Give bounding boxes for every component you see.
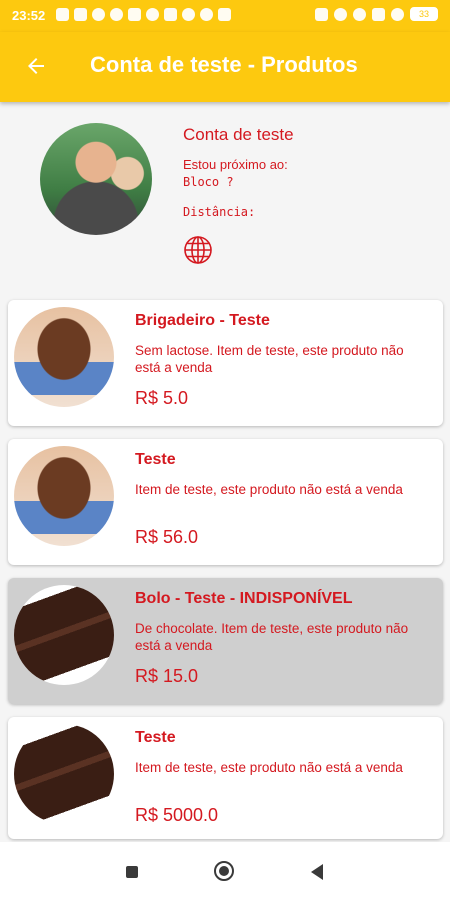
- system-nav-bar: [0, 842, 450, 900]
- alarm-icon: [353, 7, 366, 21]
- system-status-icons: 33: [315, 7, 438, 21]
- hq-icon: [164, 8, 177, 21]
- product-image: [14, 585, 114, 685]
- avatar: [40, 123, 152, 235]
- product-card[interactable]: Teste Item de teste, este produto não es…: [8, 717, 443, 839]
- product-title: Teste: [135, 451, 176, 468]
- play-store-icon: [218, 8, 231, 21]
- whatsapp-icon: [146, 8, 159, 21]
- app-notification-icon: [74, 8, 87, 21]
- vibrate-icon: [315, 7, 328, 21]
- dot-icon: [92, 8, 105, 21]
- product-title: Brigadeiro - Teste: [135, 312, 270, 329]
- product-image: [14, 446, 114, 546]
- product-card[interactable]: Teste Item de teste, este produto não es…: [8, 439, 443, 565]
- back-button[interactable]: [311, 864, 323, 880]
- product-title: Teste: [135, 729, 176, 746]
- product-price: R$ 5.0: [135, 388, 189, 408]
- product-card[interactable]: Brigadeiro - Teste Sem lactose. Item de …: [8, 300, 443, 426]
- distance-label: Distância:: [183, 205, 256, 219]
- status-bar: 23:52 33: [0, 0, 450, 32]
- dot-icon: [200, 8, 213, 21]
- product-description: Item de teste, este produto não está a v…: [135, 482, 403, 497]
- product-description: De chocolate. Item de teste, este produt…: [135, 621, 409, 653]
- notification-icons: [56, 8, 231, 21]
- wifi-icon: [391, 7, 404, 21]
- product-description: Sem lactose. Item de teste, este produto…: [135, 343, 404, 375]
- globe-icon[interactable]: [183, 235, 213, 265]
- profile-name: Conta de teste: [183, 125, 294, 144]
- app-bar: Conta de teste - Produtos: [0, 32, 450, 102]
- gallery-icon: [56, 8, 69, 21]
- product-price: R$ 15.0: [135, 666, 199, 686]
- product-price: R$ 56.0: [135, 527, 199, 547]
- product-image: [14, 724, 114, 824]
- product-image: [14, 307, 114, 407]
- recent-apps-button[interactable]: [126, 866, 138, 878]
- near-value: Bloco ?: [183, 175, 234, 189]
- product-title: Bolo - Teste - INDISPONÍVEL: [135, 590, 353, 607]
- near-label: Estou próximo ao:: [183, 157, 288, 172]
- profile-section: Conta de teste Estou próximo ao: Bloco ?…: [0, 105, 450, 290]
- brightness-icon: [334, 7, 347, 21]
- product-price: R$ 5000.0: [135, 805, 219, 825]
- status-time: 23:52: [12, 8, 46, 23]
- product-card-unavailable[interactable]: Bolo - Teste - INDISPONÍVEL De chocolate…: [8, 578, 443, 704]
- product-description: Item de teste, este produto não está a v…: [135, 760, 403, 775]
- signal-icon: [372, 7, 385, 21]
- arrow-left-icon[interactable]: [24, 54, 48, 78]
- cloud-icon: [182, 8, 195, 21]
- home-button[interactable]: [214, 861, 234, 881]
- battery-icon: 33: [410, 7, 438, 21]
- contact-icon: [110, 8, 123, 21]
- youtube-icon: [128, 8, 141, 21]
- page-title: Conta de teste - Produtos: [90, 52, 358, 77]
